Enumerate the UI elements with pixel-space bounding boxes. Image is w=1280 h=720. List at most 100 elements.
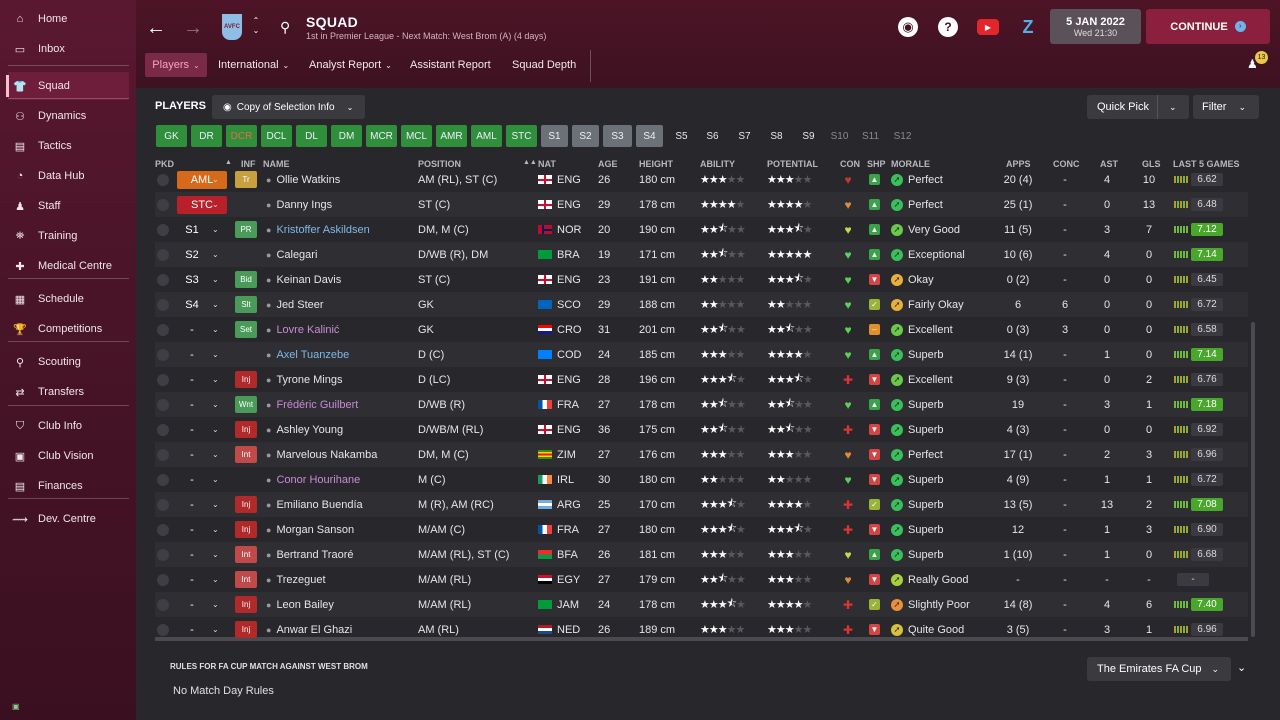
filter-button[interactable]: Filter ⌄ [1193,95,1259,119]
notification-icon[interactable]: ♟ 13 [1247,51,1271,74]
chevron-down-icon[interactable]: ⌄ [212,167,219,192]
chevron-down-icon[interactable]: ⌄ [212,442,219,467]
table-row[interactable]: AML ⌄ Tr ● Ollie Watkins AM (RL), ST (C) … [155,167,1248,192]
position-button-dcr[interactable]: DCR [226,125,257,147]
table-row[interactable]: - ⌄ Int ● Trezeguet M/AM (RL) EGY 27 179 … [155,567,1248,592]
position-button-s2[interactable]: S2 [572,125,599,147]
select-checkbox[interactable] [157,467,169,492]
view-selector[interactable]: ◉ Copy of Selection Info ⌄ [212,95,365,119]
table-row[interactable]: - ⌄ Inj ● Tyrone Mings D (LC) ENG 28 196 … [155,367,1248,392]
table-row[interactable]: - ⌄ ● Conor Hourihane M (C) IRL 30 180 cm… [155,467,1248,492]
table-scrollbar[interactable] [1251,322,1255,637]
player-nationality[interactable]: ENG [538,192,581,217]
chevron-down-icon[interactable]: ⌄ [212,617,219,642]
sidebar-item-scouting[interactable]: ⚲ Scouting [8,348,129,376]
sidebar-item-club-info[interactable]: ⛉ Club Info [8,412,129,440]
position-button-s5[interactable]: S5 [668,125,695,147]
position-button-gk[interactable]: GK [156,125,187,147]
club-badge[interactable]: AVFC [222,14,242,40]
table-row[interactable]: - ⌄ Inj ● Morgan Sanson M/AM (C) FRA 27 1… [155,517,1248,542]
pkd-selector[interactable]: S4 [177,292,207,317]
table-row[interactable]: - ⌄ Inj ● Leon Bailey M/AM (RL) JAM 24 17… [155,592,1248,617]
select-checkbox[interactable] [157,517,169,542]
quick-pick-button[interactable]: Quick Pick ⌄ [1087,95,1189,119]
position-button-stc[interactable]: STC [506,125,537,147]
z-logo-icon[interactable]: Z [1018,16,1038,38]
player-nationality[interactable]: FRA [538,392,579,417]
competition-selector[interactable]: The Emirates FA Cup ⌄ [1087,657,1231,681]
select-checkbox[interactable] [157,192,169,217]
pkd-selector[interactable]: - [177,442,207,467]
position-button-s11[interactable]: S11 [857,125,884,147]
pkd-selector[interactable]: S3 [177,267,207,292]
select-checkbox[interactable] [157,317,169,342]
pkd-selector[interactable]: - [177,467,207,492]
sidebar-item-staff[interactable]: ♟ Staff [8,192,129,220]
table-row[interactable]: - ⌄ Set ● Lovre Kalinić GK CRO 31 201 cm … [155,317,1248,342]
player-nationality[interactable]: SCO [538,292,581,317]
sidebar-item-transfers[interactable]: ⇄ Transfers [8,378,129,406]
select-checkbox[interactable] [157,167,169,192]
player-name[interactable]: ● Kristoffer Askildsen [266,217,370,242]
player-nationality[interactable]: BRA [538,242,580,267]
chevron-down-icon[interactable]: ⌄ [212,217,219,242]
table-row[interactable]: S4 ⌄ Slt ● Jed Steer GK SCO 29 188 cm ★★ ★… [155,292,1248,317]
player-name[interactable]: ● Frédéric Guilbert [266,392,358,417]
position-button-dr[interactable]: DR [191,125,222,147]
select-checkbox[interactable] [157,292,169,317]
chevron-down-icon[interactable]: ⌄ [212,292,219,317]
sidebar-item-schedule[interactable]: ▦ Schedule [8,285,129,313]
position-button-dl[interactable]: DL [296,125,327,147]
sidebar-item-squad[interactable]: 👕 Squad [6,72,129,100]
sidebar-item-medical-centre[interactable]: ✚ Medical Centre [8,252,129,280]
tab-assistant-report[interactable]: Assistant Report [410,53,491,77]
pkd-selector[interactable]: - [177,617,207,642]
position-button-s7[interactable]: S7 [731,125,758,147]
forward-arrow-icon[interactable]: → [183,17,205,39]
select-checkbox[interactable] [157,217,169,242]
chevron-down-icon[interactable]: ⌄ [212,242,219,267]
player-nationality[interactable]: BFA [538,542,578,567]
player-name[interactable]: ● Jed Steer [266,292,324,317]
player-nationality[interactable]: ENG [538,267,581,292]
player-nationality[interactable]: ARG [538,492,581,517]
player-name[interactable]: ● Leon Bailey [266,592,334,617]
position-button-dm[interactable]: DM [331,125,362,147]
table-row[interactable]: - ⌄ ● Axel Tuanzebe D (C) COD 24 185 cm ★… [155,342,1248,367]
table-row[interactable]: S1 ⌄ PR ● Kristoffer Askildsen DM, M (C) … [155,217,1248,242]
pkd-selector[interactable]: S1 [177,217,207,242]
pkd-selector[interactable]: - [177,517,207,542]
tab-players[interactable]: Players ⌄ [145,53,207,77]
pkd-selector[interactable]: - [177,417,207,442]
chevron-down-icon[interactable]: ⌄ [212,467,219,492]
tab-squad-depth[interactable]: Squad Depth [512,53,576,77]
chevron-down-icon[interactable]: ⌄ [212,542,219,567]
pkd-selector[interactable]: - [177,492,207,517]
player-name[interactable]: ● Lovre Kalinić [266,317,339,342]
sidebar-item-tactics[interactable]: ▤ Tactics [8,132,129,160]
chevron-down-icon[interactable]: ⌄ [212,517,219,542]
player-nationality[interactable]: CRO [538,317,581,342]
player-nationality[interactable]: NOR [538,217,581,242]
position-button-aml[interactable]: AML [471,125,502,147]
table-row[interactable]: S2 ⌄ ● Calegari D/WB (R), DM BRA 19 171 c… [155,242,1248,267]
table-row[interactable]: - ⌄ Int ● Bertrand Traoré M/AM (RL), ST (… [155,542,1248,567]
tab-analyst-report[interactable]: Analyst Report ⌄ [309,53,392,77]
sidebar-item-dev-centre[interactable]: ⟿ Dev. Centre [8,505,129,533]
position-button-s12[interactable]: S12 [889,125,916,147]
position-button-s4[interactable]: S4 [636,125,663,147]
sidebar-item-inbox[interactable]: ▭ Inbox [8,35,129,63]
player-name[interactable]: ● Calegari [266,242,317,267]
chevron-down-icon[interactable]: ⌄ [212,567,219,592]
pkd-selector[interactable]: - [177,567,207,592]
select-checkbox[interactable] [157,242,169,267]
sidebar-item-home[interactable]: ⌂ Home [8,5,129,33]
sidebar-item-club-vision[interactable]: ▣ Club Vision [8,442,129,470]
pkd-selector[interactable]: - [177,317,207,342]
player-nationality[interactable]: ZIM [538,442,576,467]
select-checkbox[interactable] [157,567,169,592]
position-button-amr[interactable]: AMR [436,125,467,147]
select-checkbox[interactable] [157,492,169,517]
player-name[interactable]: ● Keinan Davis [266,267,341,292]
chevron-down-icon[interactable]: ⌄ [212,192,219,217]
